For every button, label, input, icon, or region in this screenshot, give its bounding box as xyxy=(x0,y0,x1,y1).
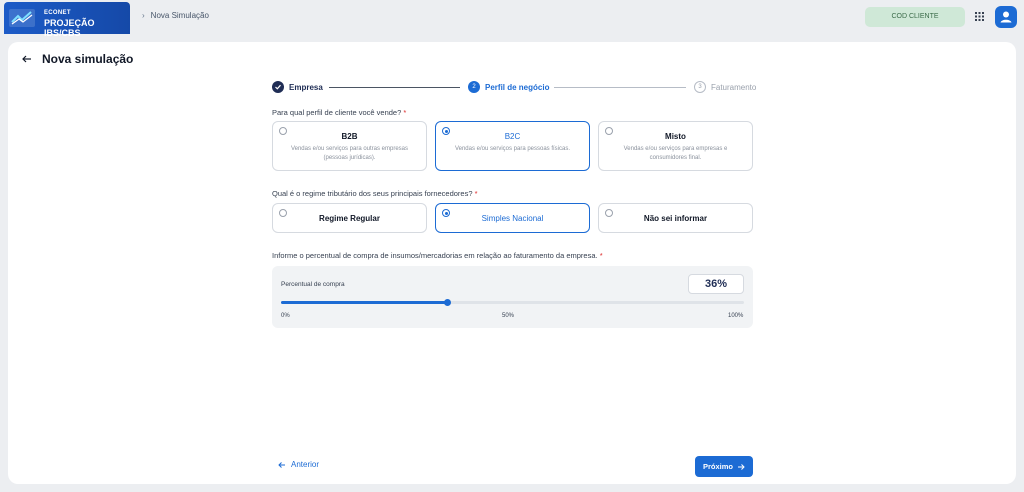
required-mark: * xyxy=(599,251,603,260)
step-label: Faturamento xyxy=(711,82,757,92)
percentual-value-input[interactable]: 36% xyxy=(688,274,744,294)
slider-tick-label: 0% xyxy=(281,313,290,319)
option-misto[interactable]: Misto Vendas e/ou serviços para empresas… xyxy=(598,121,753,171)
previous-button[interactable]: Anterior xyxy=(278,460,319,469)
option-title: B2C xyxy=(504,132,521,141)
step-label: Perfil de negócio xyxy=(485,82,550,92)
chevron-right-icon: › xyxy=(142,11,145,20)
option-title: Regime Regular xyxy=(319,214,380,223)
check-icon xyxy=(272,81,284,93)
radio-button[interactable] xyxy=(605,127,613,135)
previous-label: Anterior xyxy=(291,460,320,469)
user-icon xyxy=(1000,11,1012,23)
brand-logo-block[interactable]: ECONET PROJEÇÃO IBS/CBS xyxy=(4,2,130,38)
option-title: Misto xyxy=(665,132,686,141)
econet-logo-icon xyxy=(9,9,35,27)
main-panel: Nova simulação Empresa 2 Perfil de negóc… xyxy=(8,42,1016,484)
slider-tick-label: 50% xyxy=(502,313,515,319)
apps-grid-icon[interactable] xyxy=(975,12,984,21)
question-label: Para qual perfil de cliente você vende? xyxy=(272,108,402,117)
percentual-label: Percentual de compra xyxy=(281,281,345,288)
next-button[interactable]: Próximo xyxy=(695,456,753,477)
step-faturamento[interactable]: 3 Faturamento xyxy=(694,81,756,93)
slider-fill xyxy=(281,301,448,304)
radio-button[interactable] xyxy=(442,209,450,217)
top-bar: ECONET PROJEÇÃO IBS/CBS › Nova Simulação… xyxy=(0,0,1024,38)
slider-tick-label: 100% xyxy=(728,313,744,319)
question-percentual-compra: Informe o percentual de compra de insumo… xyxy=(272,251,603,260)
question-label: Informe o percentual de compra de insumo… xyxy=(272,251,598,260)
option-nao-sei-informar[interactable]: Não sei informar xyxy=(598,203,753,233)
step-perfil-negocio[interactable]: 2 Perfil de negócio xyxy=(468,81,549,93)
step-number: 2 xyxy=(468,81,480,93)
arrow-right-icon xyxy=(738,463,745,470)
step-empresa[interactable]: Empresa xyxy=(272,81,323,93)
back-arrow-icon[interactable] xyxy=(22,54,32,64)
option-b2c[interactable]: B2C Vendas e/ou serviços para pessoas fí… xyxy=(435,121,590,171)
brand-title: PROJEÇÃO IBS/CBS xyxy=(44,18,95,38)
question-regime-tributario: Qual é o regime tributário dos seus prin… xyxy=(272,189,478,198)
option-b2b[interactable]: B2B Vendas e/ou serviços para outras emp… xyxy=(272,121,427,171)
next-label: Próximo xyxy=(702,462,733,471)
breadcrumb: › Nova Simulação xyxy=(142,11,209,20)
slider-handle[interactable] xyxy=(444,298,452,306)
question-perfil-cliente: Para qual perfil de cliente você vende? … xyxy=(272,108,406,117)
user-avatar-button[interactable] xyxy=(995,6,1017,28)
step-number: 3 xyxy=(694,81,706,93)
required-mark: * xyxy=(474,189,478,198)
question-label: Qual é o regime tributário dos seus prin… xyxy=(272,189,473,198)
option-title: Não sei informar xyxy=(643,214,708,223)
brand-subtitle: ECONET xyxy=(44,10,71,16)
option-description: Vendas e/ou serviços para outras empresa… xyxy=(290,146,409,161)
cod-cliente-button[interactable]: COD CLIENTE xyxy=(865,7,965,27)
step-label: Empresa xyxy=(289,82,323,92)
radio-button[interactable] xyxy=(279,127,287,135)
option-regime-regular[interactable]: Regime Regular xyxy=(272,203,427,233)
required-mark: * xyxy=(403,108,407,117)
breadcrumb-current[interactable]: Nova Simulação xyxy=(151,11,209,20)
stepper-line xyxy=(329,87,460,88)
option-simples-nacional[interactable]: Simples Nacional xyxy=(435,203,590,233)
stepper-line xyxy=(554,87,686,88)
option-title: B2B xyxy=(341,132,358,141)
percentual-slider[interactable] xyxy=(281,298,744,306)
radio-button[interactable] xyxy=(442,127,450,135)
arrow-left-icon xyxy=(278,461,285,468)
option-description: Vendas e/ou serviços para pessoas física… xyxy=(454,146,571,152)
radio-button[interactable] xyxy=(279,209,287,217)
page-title: Nova simulação xyxy=(42,52,134,66)
option-title: Simples Nacional xyxy=(481,214,544,223)
percentual-compra-box: Percentual de compra 36% 0% 50% 100% xyxy=(272,266,753,328)
option-description: Vendas e/ou serviços para empresas e con… xyxy=(623,146,728,161)
radio-button[interactable] xyxy=(605,209,613,217)
